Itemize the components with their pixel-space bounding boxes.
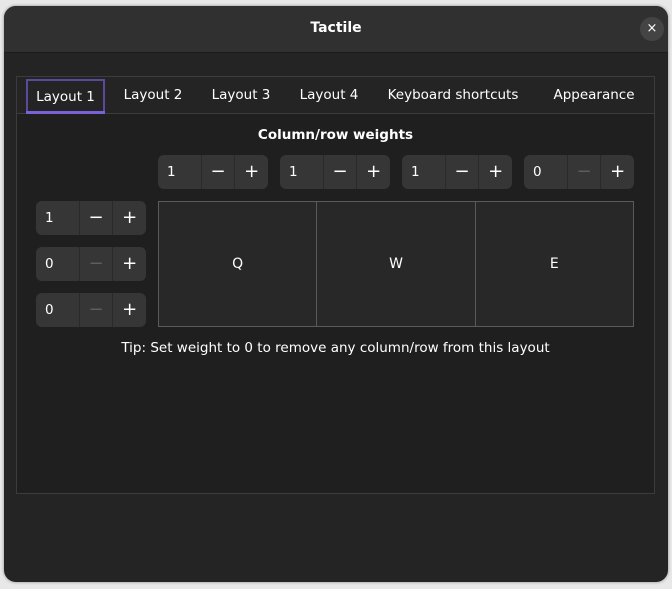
column-weight-spinner-1: 1 − + [158,155,268,189]
decrement-button[interactable]: − [324,155,358,189]
tip-text: Tip: Set weight to 0 to remove any colum… [121,340,550,356]
plus-icon: + [122,207,138,228]
column-weight-input[interactable]: 1 [158,155,202,189]
row-weight-input[interactable]: 0 [36,293,80,327]
decrement-button[interactable]: − [80,247,114,281]
tab-appearance[interactable]: Appearance [541,79,647,112]
tab-keyboard-shortcuts[interactable]: Keyboard shortcuts [377,79,529,112]
tab-bar: Layout 1 Layout 2 Layout 3 Layout 4 Keyb… [17,77,654,114]
close-button[interactable]: × [640,17,664,41]
tab-layout-3[interactable]: Layout 3 [201,79,281,112]
app-window: Tactile × Layout 1 Layout 2 Layout 3 Lay… [4,6,668,582]
decrement-button[interactable]: − [568,155,602,189]
minus-icon: − [454,161,470,182]
decrement-button[interactable]: − [80,201,114,235]
layout-cell-w: W [316,201,476,327]
increment-button[interactable]: + [113,293,146,327]
tab-layout-1[interactable]: Layout 1 [26,79,105,114]
tab-layout-4[interactable]: Layout 4 [289,79,369,112]
title-bar: Tactile × [4,6,668,53]
minus-icon: − [576,161,592,182]
minus-icon: − [88,207,104,228]
increment-button[interactable]: + [113,247,146,281]
layout-preview-grid: Q W E [158,201,634,327]
increment-button[interactable]: + [235,155,268,189]
row-weight-spinner-2: 0 − + [36,247,146,281]
minus-icon: − [332,161,348,182]
decrement-button[interactable]: − [80,293,114,327]
section-title: Column/row weights [257,127,414,143]
minus-icon: − [88,299,104,320]
layout-cell-e: E [474,201,634,327]
column-weight-input[interactable]: 1 [402,155,446,189]
increment-button[interactable]: + [479,155,512,189]
increment-button[interactable]: + [601,155,634,189]
minus-icon: − [210,161,226,182]
plus-icon: + [366,161,382,182]
close-icon: × [646,21,658,36]
plus-icon: + [122,253,138,274]
row-weight-spinner-3: 0 − + [36,293,146,327]
column-weight-input[interactable]: 0 [524,155,568,189]
decrement-button[interactable]: − [446,155,480,189]
column-weight-spinner-2: 1 − + [280,155,390,189]
plus-icon: + [122,299,138,320]
plus-icon: + [610,161,626,182]
column-weight-spinner-3: 1 − + [402,155,512,189]
increment-button[interactable]: + [357,155,390,189]
decrement-button[interactable]: − [202,155,236,189]
tab-layout-2[interactable]: Layout 2 [113,79,193,112]
plus-icon: + [244,161,260,182]
minus-icon: − [88,253,104,274]
row-weight-input[interactable]: 0 [36,247,80,281]
row-weight-input[interactable]: 1 [36,201,80,235]
layout-notebook: Layout 1 Layout 2 Layout 3 Layout 4 Keyb… [16,76,655,494]
column-weight-input[interactable]: 1 [280,155,324,189]
layout-cell-q: Q [158,201,318,327]
plus-icon: + [488,161,504,182]
increment-button[interactable]: + [113,201,146,235]
window-title: Tactile [310,20,362,36]
column-weight-spinner-4: 0 − + [524,155,634,189]
row-weight-spinner-1: 1 − + [36,201,146,235]
